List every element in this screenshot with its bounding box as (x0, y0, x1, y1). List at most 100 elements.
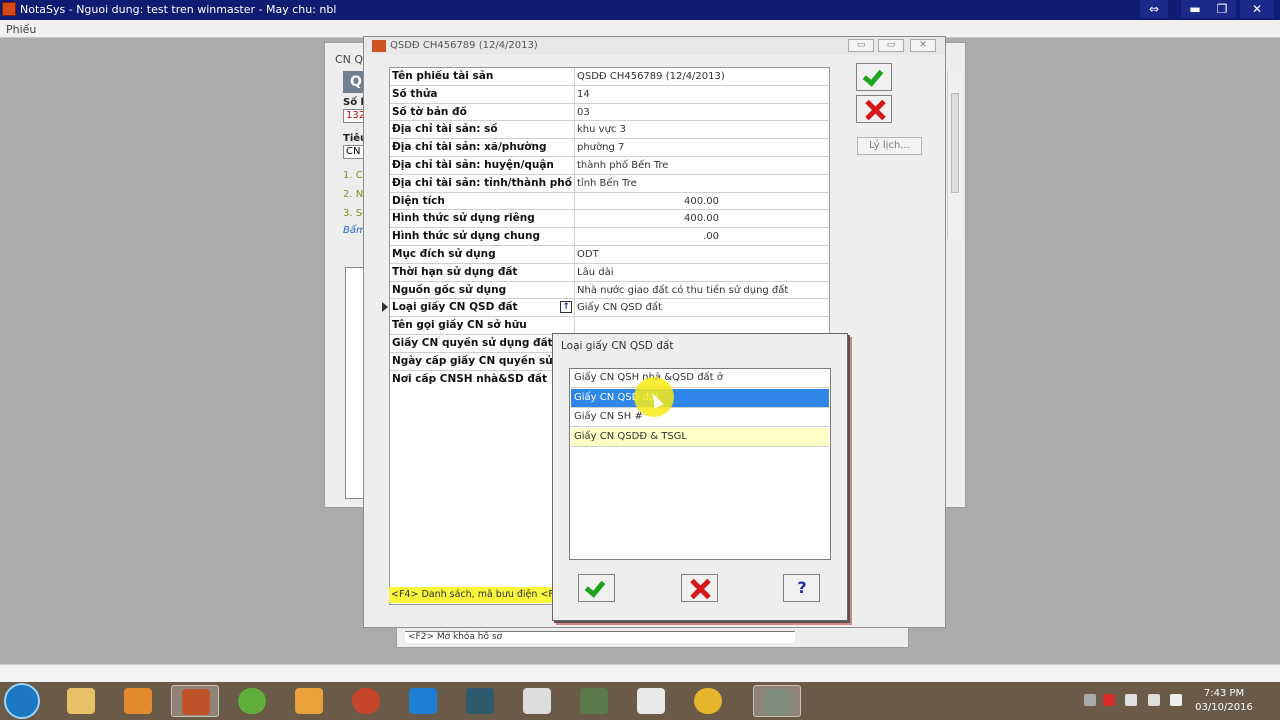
clock-time: 7:43 PM (1203, 688, 1245, 699)
grid-row[interactable]: Thời hạn sử dụng đất Lâu dài (390, 263, 831, 282)
grid-row[interactable]: Tên phiếu tài sản QSDĐ CH456789 (12/4/201… (390, 68, 831, 86)
grid-label: Loại giấy CN QSD đất (392, 301, 518, 314)
grid-label: Số tờ bản đồ (392, 105, 467, 118)
taskbar-teamviewer[interactable] (399, 685, 447, 717)
grid-value[interactable]: QSDĐ CH456789 (12/4/2013) (574, 68, 831, 85)
dialog-minimize-button[interactable]: ▭ (848, 39, 874, 52)
taskbar-app-12[interactable] (684, 685, 732, 717)
grid-value[interactable]: 14 (574, 85, 831, 103)
checkmark-icon (862, 65, 884, 87)
scroll-thumb[interactable] (951, 93, 959, 193)
lookup-button[interactable]: ↑ (560, 301, 572, 314)
list-item[interactable]: Giấy CN SH # (571, 408, 829, 427)
taskbar-app-6[interactable] (342, 685, 390, 717)
grid-row[interactable]: Địa chỉ tài sản: số khu vực 3 (390, 121, 831, 140)
grid-value[interactable]: Giấy CN QSD đất (574, 299, 831, 317)
app-icon (637, 688, 665, 714)
volume-icon[interactable] (1170, 694, 1182, 706)
ly-lich-button[interactable]: Lý lịch... (857, 137, 922, 155)
dialog-close-button[interactable]: ✕ (910, 39, 936, 52)
network-icon[interactable] (1148, 694, 1160, 706)
grid-row[interactable]: Nguồn gốc sử dụng Nhà nước giao đất có th… (390, 281, 831, 300)
dialog-scrollbar[interactable] (947, 71, 962, 239)
grid-row-current[interactable]: Loại giấy CN QSD đất ↑ Giấy CN QSD đất (382, 299, 831, 318)
start-button[interactable] (4, 683, 40, 719)
help-icon: ? (797, 578, 807, 597)
grid-value[interactable]: Nhà nước giao đất có thu tiền sử dụng đấ… (574, 281, 831, 299)
taskbar-app-10[interactable] (570, 685, 618, 717)
checkmark-icon (584, 576, 606, 598)
popup-cancel-button[interactable] (681, 574, 718, 602)
clock-date: 03/10/2016 (1195, 702, 1253, 713)
app-title: NotaSys - Nguoi dung: test tren winmaste… (20, 3, 337, 16)
taskbar-app-5[interactable] (285, 685, 333, 717)
dialog-title: QSDĐ CH456789 (12/4/2013) (390, 40, 538, 51)
dialog-cancel-button[interactable] (856, 95, 892, 123)
grid-value[interactable]: .00 (574, 228, 831, 246)
popup-help-button[interactable]: ? (783, 574, 820, 602)
grid-value[interactable]: ODT (574, 246, 831, 263)
grid-row[interactable]: Hình thức sử dụng riêng 400.00 (390, 210, 831, 229)
taskbar-app-8[interactable] (456, 685, 504, 717)
menu-phieu[interactable]: Phiếu (6, 23, 36, 36)
taskbar-explorer[interactable] (57, 685, 105, 717)
grid-value[interactable]: tỉnh Bến Tre (574, 174, 831, 192)
tray-expand-icon[interactable] (1084, 694, 1096, 706)
grid-row[interactable]: Diện tích 400.00 (390, 192, 831, 211)
grid-value[interactable] (574, 317, 831, 335)
taskbar-app-13[interactable] (753, 685, 801, 717)
list-item-selected[interactable]: Giấy CN QSD đất (571, 388, 829, 408)
minimize-button[interactable]: ▬ (1181, 0, 1209, 18)
grid-label: Hình thức sử dụng chung (392, 230, 541, 243)
grid-row[interactable]: Mục đích sử dụng ODT (390, 246, 831, 264)
grid-row[interactable]: Địa chỉ tài sản: huyện/quận thành phố Bến… (390, 157, 831, 175)
popup-title: Loại giấy CN QSD đất (561, 340, 674, 352)
grid-label: Tên gọi giấy CN sở hữu (392, 319, 527, 332)
grid-label: Thời hạn sử dụng đất (392, 265, 518, 278)
restore-layout-button[interactable]: ⇔ (1140, 0, 1168, 18)
grid-value[interactable]: 400.00 (574, 210, 831, 228)
grid-value[interactable]: thành phố Bến Tre (574, 157, 831, 174)
taskbar-app-4[interactable] (228, 685, 276, 717)
grid-label: Hình thức sử dụng riêng (392, 212, 535, 225)
grid-value[interactable]: phường 7 (574, 139, 831, 157)
grid-row[interactable]: Số thửa 14 (390, 85, 831, 104)
dialog-ok-button[interactable] (856, 63, 892, 91)
taskbar-notasys[interactable] (171, 685, 219, 717)
lookup-popup: Loại giấy CN QSD đất Giấy CN QSH nhà &QS… (552, 333, 848, 621)
folder-icon (67, 688, 95, 714)
grid-label: Mục đích sử dụng (392, 248, 496, 260)
media-player-icon (124, 688, 152, 714)
clock[interactable]: 7:43 PM 03/10/2016 (1194, 687, 1254, 715)
grid-row[interactable]: Địa chỉ tài sản: tỉnh/thành phố tỉnh Bến … (390, 174, 831, 193)
grid-row[interactable]: Số tờ bản đồ 03 (390, 103, 831, 122)
current-row-arrow-icon (382, 302, 388, 313)
grid-row[interactable]: Hình thức sử dụng chung .00 (390, 228, 831, 246)
antivirus-icon[interactable] (1103, 694, 1115, 706)
taskbar-app-11[interactable] (627, 685, 675, 717)
unlock-hint: <F2> Mở khóa hồ sơ (405, 631, 795, 643)
taskbar-app-9[interactable] (513, 685, 561, 717)
list-item[interactable]: Giấy CN QSH nhà &QSD đất ở (571, 369, 829, 388)
grid-value[interactable]: 03 (574, 103, 831, 121)
grid-value[interactable]: khu vực 3 (574, 121, 831, 139)
maximize-button[interactable]: ❐ (1208, 0, 1236, 18)
tray-app-icon[interactable] (1125, 694, 1137, 706)
grid-label: Nơi cấp CNSH nhà&SD đất (392, 372, 547, 385)
grid-value[interactable]: 400.00 (574, 192, 831, 210)
close-button[interactable]: ✕ (1240, 0, 1274, 18)
grid-label: Tên phiếu tài sản (392, 70, 494, 82)
list-item[interactable]: Giấy CN QSDĐ & TSGL (571, 427, 829, 447)
grid-value[interactable]: Lâu dài (574, 263, 831, 281)
dialog-icon (372, 40, 386, 52)
app-icon (523, 688, 551, 714)
grid-label: Địa chỉ tài sản: huyện/quận (392, 159, 554, 171)
dialog-titlebar: QSDĐ CH456789 (12/4/2013) ▭ ▭ ✕ (364, 37, 945, 55)
app-icon (580, 688, 608, 714)
app-icon (238, 688, 266, 714)
popup-list: Giấy CN QSH nhà &QSD đất ở Giấy CN QSD đ… (569, 368, 831, 560)
taskbar-media[interactable] (114, 685, 162, 717)
grid-row[interactable]: Địa chỉ tài sản: xã/phường phường 7 (390, 139, 831, 157)
popup-ok-button[interactable] (578, 574, 615, 602)
dialog-restore-button[interactable]: ▭ (878, 39, 904, 52)
